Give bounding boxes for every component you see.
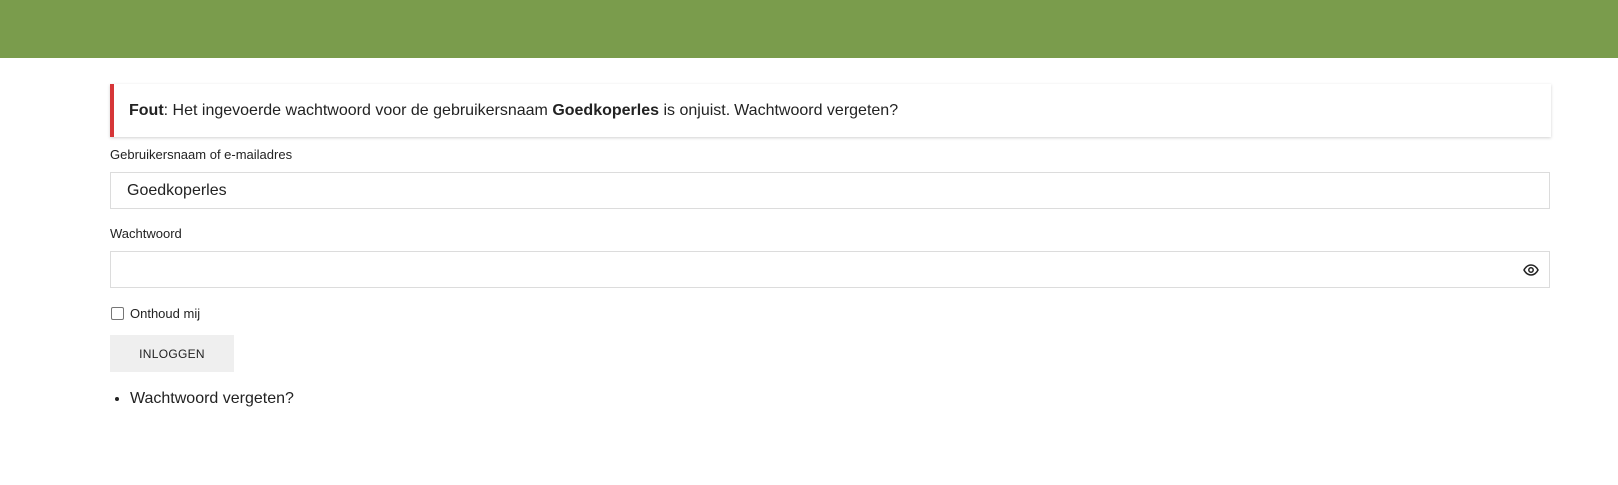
forgot-password-link[interactable]: Wachtwoord vergeten? (130, 390, 294, 407)
password-label: Wachtwoord (110, 226, 182, 241)
links-list: Wachtwoord vergeten? (110, 390, 1550, 408)
username-value: Goedkoperles (127, 181, 227, 199)
show-password-button[interactable] (1521, 260, 1541, 280)
remember-me-checkbox[interactable] (111, 307, 124, 320)
error-prefix: Fout (129, 101, 164, 119)
eye-icon (1523, 264, 1539, 276)
error-message-part1: : Het ingevoerde wachtwoord voor de gebr… (163, 101, 553, 119)
error-notice: Fout: Het ingevoerde wachtwoord voor de … (110, 84, 1551, 137)
password-input[interactable] (110, 251, 1550, 288)
list-item: Wachtwoord vergeten? (130, 390, 1550, 408)
login-button[interactable]: INLOGGEN (110, 335, 234, 372)
remember-me-row: Onthoud mij (110, 306, 1550, 321)
remember-me-label[interactable]: Onthoud mij (130, 306, 200, 321)
error-username: Goedkoperles (552, 101, 660, 119)
username-input[interactable]: Goedkoperles (110, 172, 1550, 209)
header-bar (0, 0, 1618, 58)
error-message-part2: is onjuist. (659, 101, 731, 119)
error-forgot-password-link[interactable]: Wachtwoord vergeten? (734, 102, 898, 119)
username-label: Gebruikersnaam of e-mailadres (110, 147, 293, 162)
login-container: Fout: Het ingevoerde wachtwoord voor de … (110, 84, 1551, 408)
